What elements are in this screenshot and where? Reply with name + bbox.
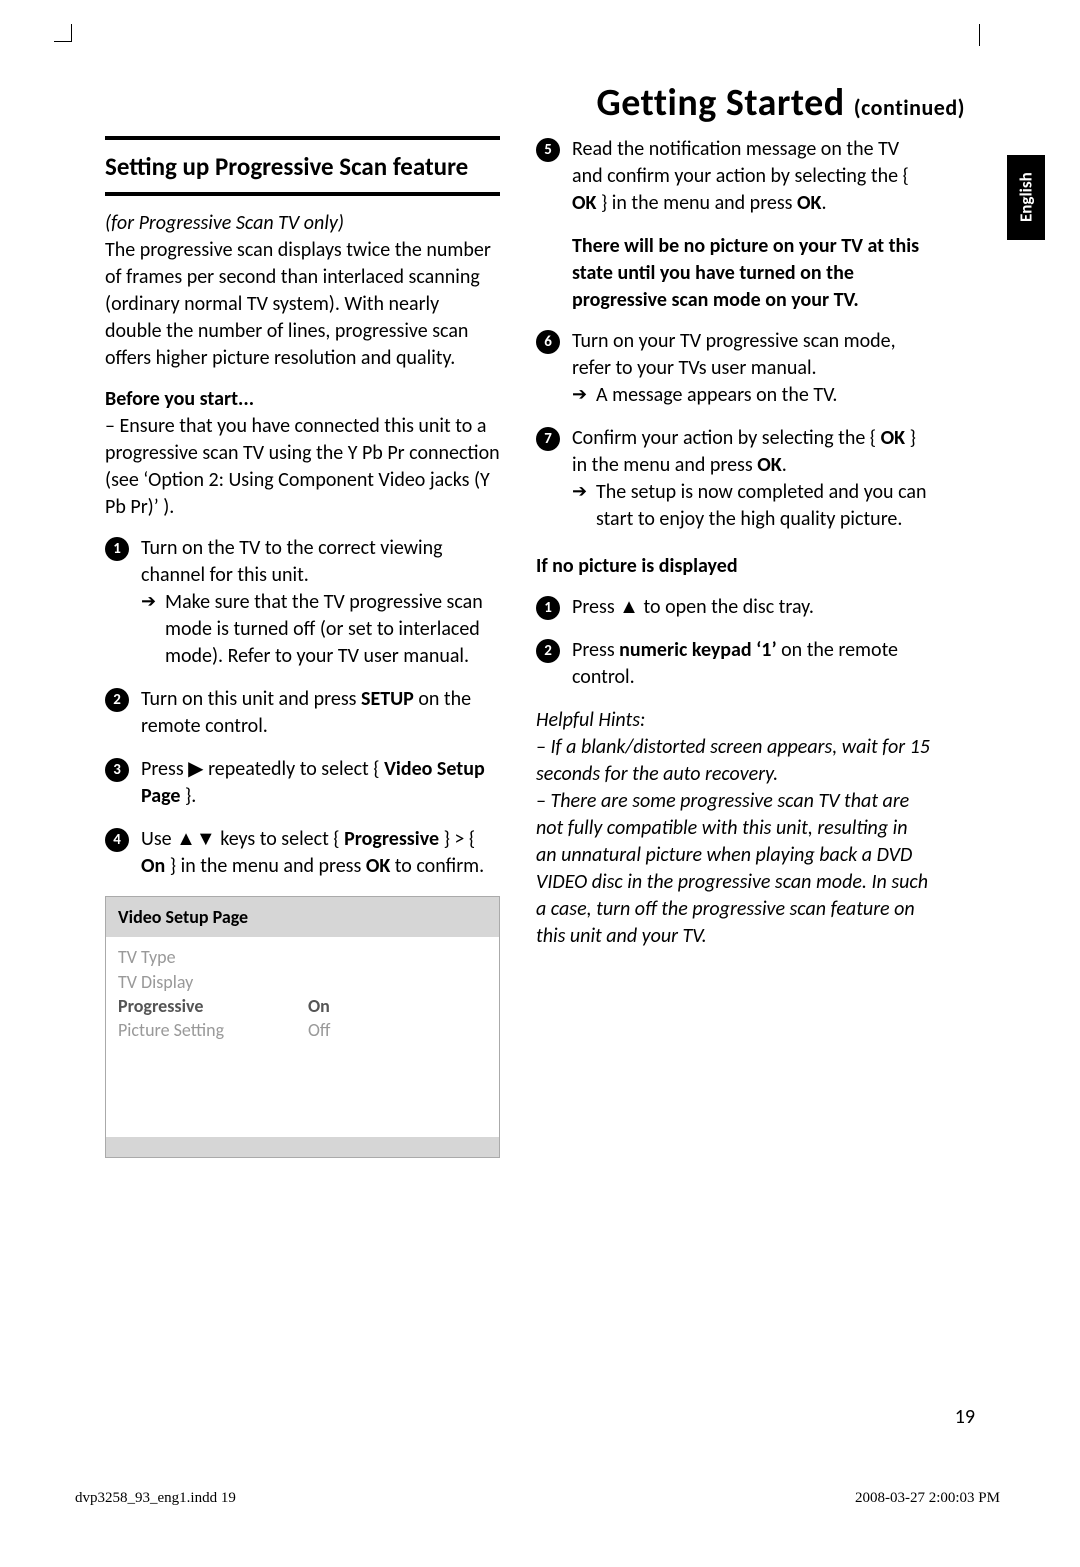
no-pic-step-1: 1 Press ▲ to open the disc tray. xyxy=(536,594,931,621)
language-tab: English xyxy=(1007,155,1045,240)
step-6-result: A message appears on the TV. xyxy=(572,382,931,409)
no-picture-warning: There will be no picture on your TV at t… xyxy=(536,233,931,314)
step-7-ok2: OK xyxy=(757,453,781,477)
no-pic-step-2: 2 Press numeric keypad ‘1’ on the remote… xyxy=(536,637,931,691)
step-7-e: . xyxy=(782,453,787,477)
np1-a: Press xyxy=(572,595,619,619)
intro-text: The progressive scan displays twice the … xyxy=(105,238,491,370)
menu-tv-type-label: TV Type xyxy=(118,945,308,969)
hint-1: – If a blank/distorted screen appears, w… xyxy=(536,735,930,786)
step-number-1: 1 xyxy=(105,537,129,561)
step-4-text-a: Use xyxy=(141,827,176,851)
step-6: 6 Turn on your TV progressive scan mode,… xyxy=(536,328,931,409)
no-pic-number-2: 2 xyxy=(536,639,560,663)
footer-filename: dvp3258_93_eng1.indd 19 xyxy=(75,1490,236,1507)
step-5: 5 Read the notification message on the T… xyxy=(536,136,931,217)
menu-progressive: ProgressiveOn xyxy=(118,994,487,1018)
page-title: Getting Started (continued) xyxy=(105,80,965,126)
step-1-result: Make sure that the TV progressive scan m… xyxy=(141,589,500,670)
step-5-e: . xyxy=(821,191,826,215)
scan-only-text: (for Progressive Scan TV only) xyxy=(105,211,344,235)
step-5-c: } in the menu and press xyxy=(596,191,797,215)
step-5-ok1: OK xyxy=(572,191,596,215)
left-column: Setting up Progressive Scan feature (for… xyxy=(105,136,500,1158)
crop-mark-top-left xyxy=(54,24,72,42)
step-2-text-a: Turn on this unit and press xyxy=(141,687,361,711)
menu-picture-setting: Picture SettingOff xyxy=(118,1018,487,1042)
step-4-progressive: Progressive xyxy=(344,827,439,851)
step-4-on: On xyxy=(141,854,165,878)
step-6-a: Turn on your TV progressive scan mode, r… xyxy=(572,328,931,382)
step-number-6: 6 xyxy=(536,330,560,354)
before-head: Before you start... xyxy=(105,387,254,411)
step-4-text-b: keys to select { xyxy=(216,827,344,851)
eject-icon: ▲ xyxy=(619,596,639,618)
np2-b: numeric keypad ‘1’ xyxy=(619,638,776,662)
step-2-setup: SETUP xyxy=(361,687,414,711)
up-down-icon: ▲▼ xyxy=(176,828,216,850)
step-5-ok2: OK xyxy=(797,191,821,215)
page-number: 19 xyxy=(955,1405,975,1429)
step-number-4: 4 xyxy=(105,828,129,852)
step-3-text-b: repeatedly to select { xyxy=(204,757,385,781)
warn-text: There will be no picture on your TV at t… xyxy=(572,234,919,312)
no-pic-number-1: 1 xyxy=(536,596,560,620)
menu-tv-type: TV Type xyxy=(118,945,487,969)
menu-header: Video Setup Page xyxy=(106,897,499,937)
step-4-ok: OK xyxy=(366,854,390,878)
step-7: 7 Confirm your action by selecting the {… xyxy=(536,425,931,533)
menu-tv-display: TV Display xyxy=(118,970,487,994)
helpful-hints: Helpful Hints: – If a blank/distorted sc… xyxy=(536,707,931,950)
before-you-start: Before you start... – Ensure that you ha… xyxy=(105,386,500,521)
step-4-text-h: to confirm. xyxy=(390,854,484,878)
menu-progressive-label: Progressive xyxy=(118,994,308,1018)
play-right-icon: ▶ xyxy=(188,758,203,780)
video-setup-menu-screenshot: Video Setup Page TV Type TV Display Prog… xyxy=(105,896,500,1158)
np2-a: Press xyxy=(572,638,619,662)
menu-on-value: On xyxy=(308,994,330,1018)
footer-timestamp: 2008-03-27 2:00:03 PM xyxy=(855,1490,1000,1507)
menu-body: TV Type TV Display ProgressiveOn Picture… xyxy=(106,937,499,1137)
step-7-ok1: OK xyxy=(881,426,905,450)
right-column: 5 Read the notification message on the T… xyxy=(536,136,931,1158)
step-4: 4 Use ▲▼ keys to select { Progressive } … xyxy=(105,826,500,880)
menu-tv-display-label: TV Display xyxy=(118,970,308,994)
step-1-text-a: Turn on the TV to the correct viewing ch… xyxy=(141,535,500,589)
step-3: 3 Press ▶ repeatedly to select { Video S… xyxy=(105,756,500,810)
menu-footer xyxy=(106,1137,499,1157)
step-7-result: The setup is now completed and you can s… xyxy=(572,479,931,533)
hints-head: Helpful Hints: xyxy=(536,708,645,732)
step-3-text-a: Press xyxy=(141,757,188,781)
menu-off-value: Off xyxy=(308,1018,330,1042)
step-number-5: 5 xyxy=(536,138,560,162)
page-title-continued: (continued) xyxy=(854,94,965,121)
step-number-7: 7 xyxy=(536,427,560,451)
footer: dvp3258_93_eng1.indd 19 2008-03-27 2:00:… xyxy=(75,1490,1000,1507)
no-picture-heading: If no picture is displayed xyxy=(536,553,931,580)
two-column-layout: Setting up Progressive Scan feature (for… xyxy=(105,136,965,1158)
step-5-a: Read the notification message on the TV … xyxy=(572,137,909,188)
np1-b: to open the disc tray. xyxy=(639,595,814,619)
hint-2: – There are some progressive scan TV tha… xyxy=(536,789,928,948)
step-3-text-d: }. xyxy=(180,784,196,808)
step-7-a: Confirm your action by selecting the { xyxy=(572,426,881,450)
step-4-text-d: } > { xyxy=(439,827,475,851)
page-title-main: Getting Started xyxy=(597,80,845,126)
step-number-2: 2 xyxy=(105,688,129,712)
progressive-only-note: (for Progressive Scan TV only) The progr… xyxy=(105,210,500,372)
step-number-3: 3 xyxy=(105,758,129,782)
step-1: 1 Turn on the TV to the correct viewing … xyxy=(105,535,500,670)
menu-picture-setting-label: Picture Setting xyxy=(118,1018,308,1042)
before-body: – Ensure that you have connected this un… xyxy=(105,414,500,519)
step-4-text-f: } in the menu and press xyxy=(165,854,366,878)
crop-mark-top-right xyxy=(979,24,980,46)
page-content: Getting Started (continued) Setting up P… xyxy=(105,80,965,1158)
step-2: 2 Turn on this unit and press SETUP on t… xyxy=(105,686,500,740)
section-heading: Setting up Progressive Scan feature xyxy=(105,136,500,196)
